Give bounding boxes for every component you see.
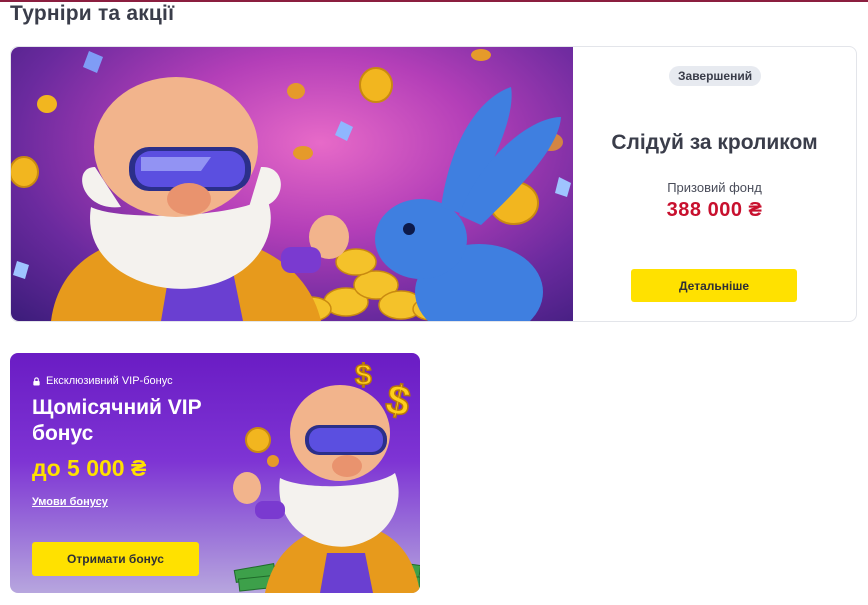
tournament-banner-image[interactable] (11, 47, 573, 321)
prize-fund-label: Призовий фонд (667, 180, 762, 195)
status-badge: Завершений (669, 66, 762, 86)
vip-title: Щомісячний VIP бонус (32, 396, 202, 445)
vip-amount: до 5 000 ₴ (32, 455, 147, 481)
vip-bonus-card[interactable]: Ексклюзивний VIP-бонус Щомісячний VIP бо… (10, 353, 420, 593)
svg-text:$: $ (355, 359, 372, 392)
bonus-terms-link[interactable]: Умови бонусу (32, 496, 108, 508)
lock-icon (33, 376, 40, 386)
tournament-card[interactable]: Завершений Слідуй за кроликом Призовий ф… (10, 46, 857, 322)
details-button[interactable]: Детальніше (631, 269, 797, 302)
section-title: Турніри та акції (10, 2, 175, 25)
get-bonus-button[interactable]: Отримати бонус (32, 542, 199, 576)
tournament-title: Слідуй за кроликом (611, 131, 818, 154)
prize-fund-value: 388 000 ₴ (666, 199, 763, 221)
vip-tag: Ексклюзивний VIP-бонус (32, 375, 173, 387)
tournament-illustration (11, 49, 571, 321)
vip-tag-label: Ексклюзивний VIP-бонус (46, 375, 173, 387)
vip-illustration: $ $ (233, 358, 420, 593)
tournament-info: Завершений Слідуй за кроликом Призовий ф… (573, 47, 856, 321)
